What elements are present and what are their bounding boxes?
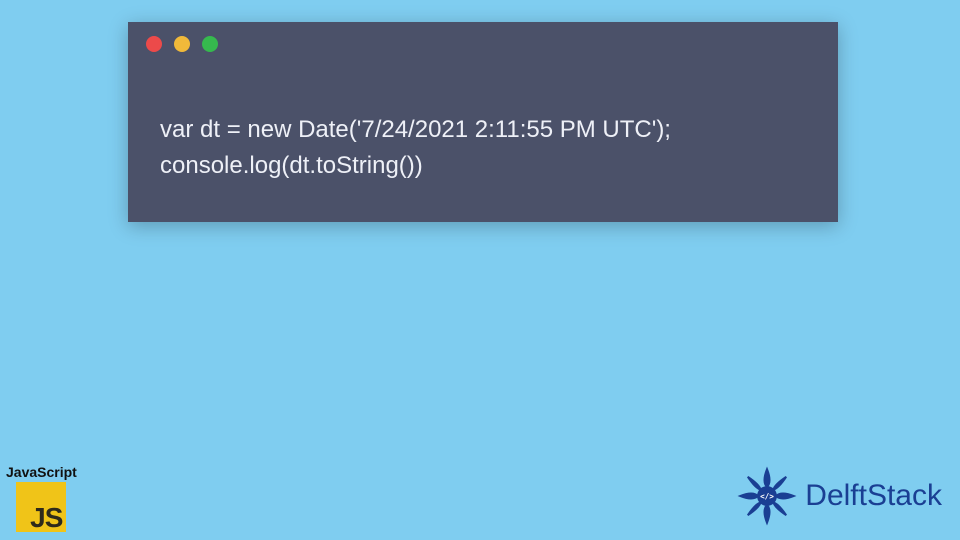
- javascript-badge: JavaScript JS: [6, 464, 77, 532]
- javascript-logo-text: JS: [30, 502, 62, 534]
- svg-text:</>: </>: [760, 492, 774, 501]
- code-line: var dt = new Date('7/24/2021 2:11:55 PM …: [160, 116, 671, 143]
- window-minimize-dot: [174, 36, 190, 52]
- window-zoom-dot: [202, 36, 218, 52]
- delftstack-logo: </> </> DelftStack: [735, 464, 942, 528]
- javascript-logo-icon: JS: [16, 482, 66, 532]
- delftstack-mandala-icon: </> </>: [735, 464, 799, 528]
- window-close-dot: [146, 36, 162, 52]
- code-body: var dt = new Date('7/24/2021 2:11:55 PM …: [160, 112, 671, 184]
- code-line: console.log(dt.toString()): [160, 152, 423, 179]
- delftstack-text: DelftStack: [805, 479, 942, 513]
- code-window: var dt = new Date('7/24/2021 2:11:55 PM …: [128, 22, 838, 222]
- window-titlebar-dots: [146, 36, 218, 52]
- javascript-label: JavaScript: [6, 464, 77, 480]
